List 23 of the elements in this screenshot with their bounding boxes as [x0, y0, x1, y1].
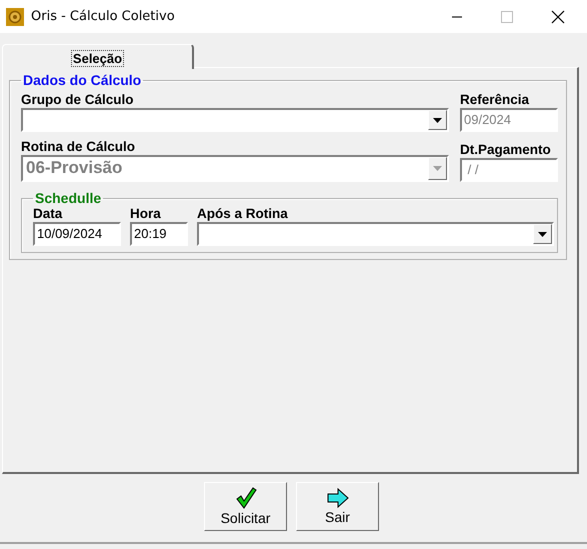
group-title: Schedulle	[34, 190, 102, 206]
window-title: Oris - Cálculo Coletivo	[31, 9, 175, 24]
arrow-icon	[326, 488, 348, 508]
checkmark-icon	[234, 487, 256, 509]
field-label: Referência	[460, 92, 530, 107]
caret-icon[interactable]	[428, 110, 447, 130]
input-field[interactable]: 10/09/2024	[33, 222, 121, 246]
dropdown[interactable]	[21, 108, 449, 132]
field-label: Data	[33, 206, 64, 221]
field-label: Dt.Pagamento	[460, 142, 552, 157]
app-icon	[6, 8, 24, 26]
input-field[interactable]: 20:19	[130, 222, 188, 246]
dropdown[interactable]	[197, 222, 554, 246]
button[interactable]: Solicitar	[204, 482, 287, 531]
close-icon[interactable]	[551, 10, 565, 24]
button[interactable]: Sair	[296, 482, 379, 531]
group-title: Dados do Cálculo	[22, 72, 142, 88]
field-label: Hora	[130, 206, 162, 221]
field-label: Rotina de Cálculo	[21, 139, 136, 154]
field-label: Após a Rotina	[197, 206, 289, 221]
caret-icon[interactable]	[533, 224, 552, 244]
field-label: Grupo de Cálculo	[21, 92, 135, 107]
tab[interactable]: Seleção	[2, 44, 194, 69]
